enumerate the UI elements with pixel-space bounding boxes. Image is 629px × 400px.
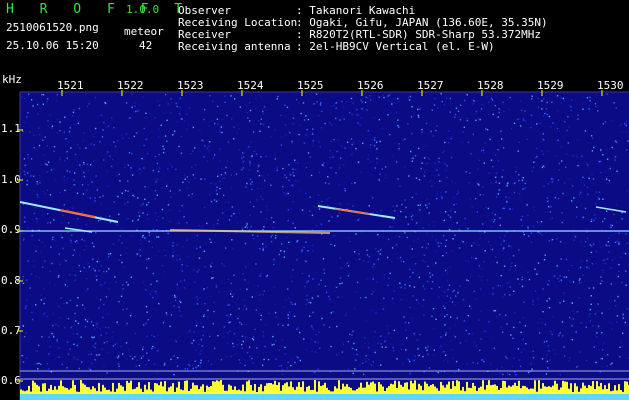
- meteor-trace: [595, 206, 627, 213]
- noise-speckle: [21, 93, 629, 376]
- spectrogram-overlay: [17, 90, 629, 400]
- meteor-trace-hot: [59, 209, 96, 218]
- meteor-trace-hot: [334, 208, 371, 215]
- time-ticks: [61, 90, 603, 96]
- power-baseline: [20, 380, 629, 400]
